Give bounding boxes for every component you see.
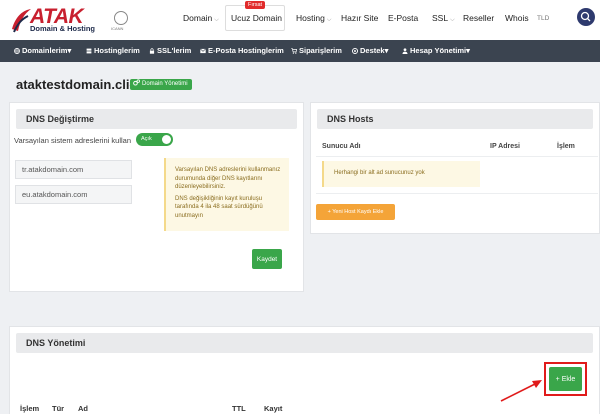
no-hosts-message: Herhangi bir alt ad sunucunuz yok bbox=[322, 161, 480, 187]
account-nav: Domainlerim▾ Hostinglerim SSL'lerim E-Po… bbox=[0, 40, 600, 62]
col-tur: Tür bbox=[52, 404, 65, 413]
icann-label: ICANN bbox=[111, 26, 124, 31]
mainnav-hesap-label: Hesap Yönetimi bbox=[410, 46, 467, 55]
nav-eposta[interactable]: E-Posta bbox=[388, 13, 418, 23]
nameserver-2-input[interactable] bbox=[15, 185, 132, 204]
mainnav-domainlerim-label: Domainlerim bbox=[22, 46, 68, 55]
caret-down-icon: ▾ bbox=[67, 46, 72, 55]
top-header: ATAK Domain & Hosting ICANN Fırsat Domai… bbox=[0, 0, 600, 40]
mainnav-hesap-yonetimi[interactable]: Hesap Yönetimi▾ bbox=[402, 46, 470, 55]
nav-domain[interactable]: Domain ⌵ bbox=[183, 13, 219, 24]
add-dns-record-button[interactable]: + Ekle bbox=[549, 367, 582, 391]
atak-logo[interactable]: ATAK Domain & Hosting ICANN bbox=[10, 5, 130, 35]
dns-change-header: DNS Değiştirme bbox=[16, 109, 297, 129]
gears-icon bbox=[133, 79, 140, 86]
nav-ssl-label: SSL bbox=[432, 13, 449, 23]
icann-icon bbox=[114, 11, 128, 25]
chevron-down-icon: ⌵ bbox=[326, 17, 332, 23]
save-dns-button[interactable]: Kaydet bbox=[252, 249, 282, 269]
chevron-down-icon: ⌵ bbox=[450, 17, 455, 23]
logo-tagline: Domain & Hosting bbox=[30, 24, 95, 33]
nav-hazir-site[interactable]: Hazır Site bbox=[341, 13, 378, 23]
support-icon bbox=[352, 47, 358, 54]
mainnav-siparislerim[interactable]: Siparişlerim bbox=[291, 46, 342, 55]
mainnav-domainlerim[interactable]: Domainlerim▾ bbox=[14, 46, 71, 55]
toggle-label: Açık bbox=[141, 136, 152, 142]
nav-ssl[interactable]: SSL ⌵ bbox=[432, 13, 455, 24]
col-ttl: TTL bbox=[232, 404, 246, 413]
col-islem: İşlem bbox=[20, 404, 40, 413]
nav-hosting[interactable]: Hosting ⌵ bbox=[296, 13, 331, 24]
nav-ucuz-domain[interactable]: Ucuz Domain bbox=[231, 13, 282, 23]
user-icon bbox=[402, 47, 408, 54]
server-icon bbox=[86, 48, 92, 53]
cart-icon bbox=[291, 47, 297, 54]
col-sunucu-adi: Sunucu Adı bbox=[322, 143, 361, 150]
chevron-down-icon: ⌵ bbox=[214, 17, 219, 23]
mainnav-eposta-label: E-Posta Hostinglerim bbox=[208, 46, 284, 55]
nameserver-1-input[interactable] bbox=[15, 160, 132, 179]
col-kayit: Kayıt bbox=[264, 404, 283, 413]
col-ip-adresi: IP Adresi bbox=[490, 143, 520, 150]
domain-yonetimi-label: Domain Yönetimi bbox=[142, 81, 188, 87]
nav-domain-label: Domain bbox=[183, 13, 213, 23]
firsat-badge: Fırsat bbox=[245, 1, 266, 9]
dns-management-header: DNS Yönetimi bbox=[16, 333, 593, 353]
search-button[interactable] bbox=[577, 8, 595, 26]
dns-info-box: Varsayılan DNS adreslerini kullanmanız d… bbox=[164, 158, 289, 231]
logo-swoosh-icon bbox=[12, 9, 31, 33]
page-title: ataktestdomain.click bbox=[16, 77, 144, 92]
mainnav-siparislerim-label: Siparişlerim bbox=[299, 46, 342, 55]
divider bbox=[316, 193, 598, 194]
nav-reseller[interactable]: Reseller bbox=[463, 13, 494, 23]
dns-info-text-1: Varsayılan DNS adreslerini kullanmanız d… bbox=[175, 167, 281, 190]
mainnav-eposta-hostinglerim[interactable]: E-Posta Hostinglerim bbox=[200, 46, 284, 55]
search-icon bbox=[580, 11, 591, 22]
mainnav-destek-label: Destek bbox=[360, 46, 385, 55]
lock-icon bbox=[149, 47, 155, 54]
globe-icon bbox=[14, 47, 20, 54]
add-host-button[interactable]: + Yeni Host Kaydı Ekle bbox=[316, 204, 395, 220]
domain-yonetimi-button[interactable]: Domain Yönetimi bbox=[130, 79, 192, 90]
dns-hosts-title: DNS Hosts bbox=[327, 114, 374, 124]
col-ad: Ad bbox=[78, 404, 88, 413]
caret-down-icon: ▾ bbox=[466, 46, 470, 55]
dns-info-text-2: DNS değişikliğinin kayıt kuruluşu tarafı… bbox=[175, 195, 263, 219]
add-dns-record-label: Ekle bbox=[561, 375, 576, 383]
nav-whois[interactable]: Whois bbox=[505, 13, 529, 23]
mainnav-ssllerim[interactable]: SSL'lerim bbox=[149, 46, 191, 55]
mainnav-hostinglerim[interactable]: Hostinglerim bbox=[86, 46, 140, 55]
mainnav-hostinglerim-label: Hostinglerim bbox=[94, 46, 140, 55]
envelope-icon bbox=[200, 48, 206, 53]
pointer-arrow-icon bbox=[500, 380, 542, 402]
default-dns-toggle[interactable]: Açık bbox=[136, 133, 173, 146]
col-islem: İşlem bbox=[557, 143, 575, 150]
mainnav-destek[interactable]: Destek▾ bbox=[352, 46, 388, 55]
default-dns-label: Varsayılan sistem adreslerini kullan bbox=[14, 136, 131, 145]
caret-down-icon: ▾ bbox=[384, 46, 389, 55]
dns-change-title: DNS Değiştirme bbox=[26, 114, 95, 124]
nav-hosting-label: Hosting bbox=[296, 13, 325, 23]
tld-search-input[interactable] bbox=[537, 10, 565, 26]
dns-hosts-header: DNS Hosts bbox=[317, 109, 593, 129]
divider bbox=[316, 156, 598, 157]
mainnav-ssllerim-label: SSL'lerim bbox=[157, 46, 192, 55]
toggle-knob bbox=[162, 135, 171, 144]
dns-management-title: DNS Yönetimi bbox=[26, 338, 86, 348]
plus-icon: + bbox=[555, 375, 560, 383]
